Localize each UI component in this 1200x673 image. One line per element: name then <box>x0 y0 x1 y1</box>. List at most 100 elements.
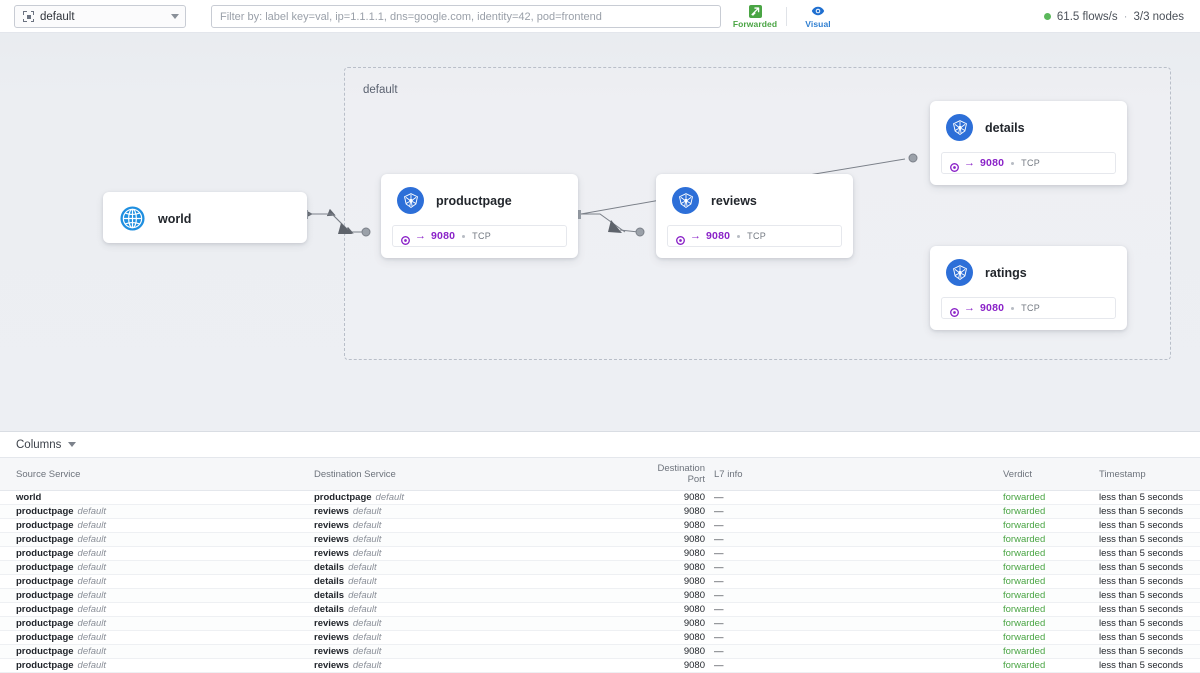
node-details-header: details <box>930 101 1127 152</box>
table-row[interactable]: world productpage default 9080— forwarded les… <box>0 490 1200 505</box>
table-row[interactable]: productpage default details default 9080— for… <box>0 560 1200 575</box>
kubernetes-icon <box>946 259 973 286</box>
filter-field[interactable] <box>211 5 721 28</box>
node-productpage[interactable]: productpage → 9080 TCP <box>381 174 578 258</box>
port-target-icon <box>401 232 410 245</box>
table-row[interactable]: productpage default details default 9080— for… <box>0 602 1200 617</box>
cell-timestamp: less than 5 seconds <box>1099 602 1200 617</box>
cell-l7-info: — <box>705 560 1003 575</box>
cell-destination-service: details default <box>314 574 640 589</box>
node-ratings-port[interactable]: → 9080 TCP <box>941 297 1116 319</box>
cell-l7-info: — <box>705 532 1003 547</box>
columns-dropdown[interactable]: Columns <box>0 432 1200 457</box>
table-row[interactable]: productpage default reviews default 9080— for… <box>0 630 1200 645</box>
forwarded-icon <box>748 4 762 18</box>
table-row[interactable]: productpage default reviews default 9080— for… <box>0 518 1200 533</box>
cell-destination-service: reviews default <box>314 546 640 561</box>
cell-timestamp: less than 5 seconds <box>1099 588 1200 603</box>
cell-destination-service: reviews default <box>314 630 640 645</box>
nodes-count: 3/3 nodes <box>1133 10 1184 23</box>
table-row[interactable]: productpage default reviews default 9080— for… <box>0 504 1200 519</box>
cell-destination-service: reviews default <box>314 644 640 659</box>
table-row[interactable]: productpage default reviews default 9080— for… <box>0 532 1200 547</box>
node-world[interactable]: world <box>103 192 307 243</box>
cell-timestamp: less than 5 seconds <box>1099 532 1200 547</box>
kubernetes-icon <box>672 187 699 214</box>
node-ratings-header: ratings <box>930 246 1127 297</box>
edge-productpage-reviews <box>578 210 645 237</box>
forwarded-filter-label: Forwarded <box>732 18 778 29</box>
cell-source-service: productpage default <box>0 532 314 547</box>
visual-mode-button[interactable]: Visual <box>791 1 845 32</box>
col-timestamp[interactable]: Timestamp <box>1099 457 1200 491</box>
cell-destination-port: 9080 <box>640 532 705 547</box>
kubernetes-icon <box>397 187 424 214</box>
node-reviews-port[interactable]: → 9080 TCP <box>667 225 842 247</box>
cell-l7-info: — <box>705 546 1003 561</box>
flows-panel: Columns Source Service Destination Servi… <box>0 431 1200 673</box>
node-ratings[interactable]: ratings → 9080 TCP <box>930 246 1127 330</box>
cell-verdict: forwarded <box>1003 574 1099 589</box>
node-productpage-header: productpage <box>381 174 578 225</box>
forwarded-filter-button[interactable]: Forwarded <box>728 1 782 32</box>
cell-source-service: productpage default <box>0 560 314 575</box>
port-separator-dot <box>1011 161 1015 165</box>
port-number: 9080 <box>980 302 1005 314</box>
cell-verdict: forwarded <box>1003 588 1099 603</box>
col-source-service[interactable]: Source Service <box>0 457 314 491</box>
chevron-down-icon <box>68 442 77 447</box>
cell-verdict: forwarded <box>1003 644 1099 659</box>
namespace-select[interactable]: default <box>14 5 186 28</box>
cell-timestamp: less than 5 seconds <box>1099 546 1200 561</box>
col-verdict[interactable]: Verdict <box>1003 457 1099 491</box>
cell-verdict: forwarded <box>1003 630 1099 645</box>
node-productpage-port[interactable]: → 9080 TCP <box>392 225 567 247</box>
visual-mode-label: Visual <box>805 19 831 29</box>
node-reviews[interactable]: reviews → 9080 TCP <box>656 174 853 258</box>
cell-verdict: forwarded <box>1003 602 1099 617</box>
namespace-select-value: default <box>40 10 75 23</box>
cell-destination-service: reviews default <box>314 532 640 547</box>
table-row[interactable]: productpage default reviews default 9080— for… <box>0 546 1200 561</box>
table-row[interactable]: productpage default details default 9080— for… <box>0 574 1200 589</box>
cell-destination-service: details default <box>314 602 640 617</box>
table-row[interactable]: productpage default reviews default 9080— for… <box>0 616 1200 631</box>
node-details[interactable]: details → 9080 TCP <box>930 101 1127 185</box>
col-l7-info[interactable]: L7 info <box>705 457 1003 491</box>
filter-input[interactable] <box>220 10 712 23</box>
cell-source-service: productpage default <box>0 616 314 631</box>
cell-timestamp: less than 5 seconds <box>1099 630 1200 645</box>
port-separator-dot <box>737 234 741 238</box>
cell-verdict: forwarded <box>1003 616 1099 631</box>
cell-destination-port: 9080 <box>640 518 705 533</box>
port-protocol: TCP <box>472 231 492 241</box>
cell-source-service: productpage default <box>0 518 314 533</box>
cell-source-service: productpage default <box>0 588 314 603</box>
cell-verdict: forwarded <box>1003 518 1099 533</box>
cell-destination-service: productpage default <box>314 490 640 505</box>
flows-rate: 61.5 flows/s <box>1056 10 1118 23</box>
kubernetes-icon <box>946 114 973 141</box>
service-map-canvas[interactable]: default world productpage → 9080 TCP rev… <box>0 33 1200 431</box>
port-protocol: TCP <box>1021 158 1041 168</box>
node-details-port[interactable]: → 9080 TCP <box>941 152 1116 174</box>
cell-destination-service: details default <box>314 588 640 603</box>
globe-icon <box>119 205 146 232</box>
table-row[interactable]: productpage default details default 9080— for… <box>0 588 1200 603</box>
col-destination-port[interactable]: Destination Port <box>640 457 705 491</box>
table-row[interactable]: productpage default reviews default 9080— for… <box>0 644 1200 659</box>
node-world-header: world <box>103 192 307 243</box>
cell-destination-service: details default <box>314 560 640 575</box>
port-arrow-icon: → <box>415 229 426 242</box>
cell-destination-service: reviews default <box>314 504 640 519</box>
status-indicator: 61.5 flows/s · 3/3 nodes <box>1043 0 1184 33</box>
cell-destination-port: 9080 <box>640 490 705 505</box>
col-destination-service[interactable]: Destination Service <box>314 457 640 491</box>
cell-source-service: productpage default <box>0 602 314 617</box>
node-reviews-header: reviews <box>656 174 853 225</box>
port-target-icon <box>950 304 959 317</box>
port-arrow-icon: → <box>964 301 975 314</box>
cell-verdict: forwarded <box>1003 546 1099 561</box>
cell-l7-info: — <box>705 644 1003 659</box>
cell-verdict: forwarded <box>1003 532 1099 547</box>
